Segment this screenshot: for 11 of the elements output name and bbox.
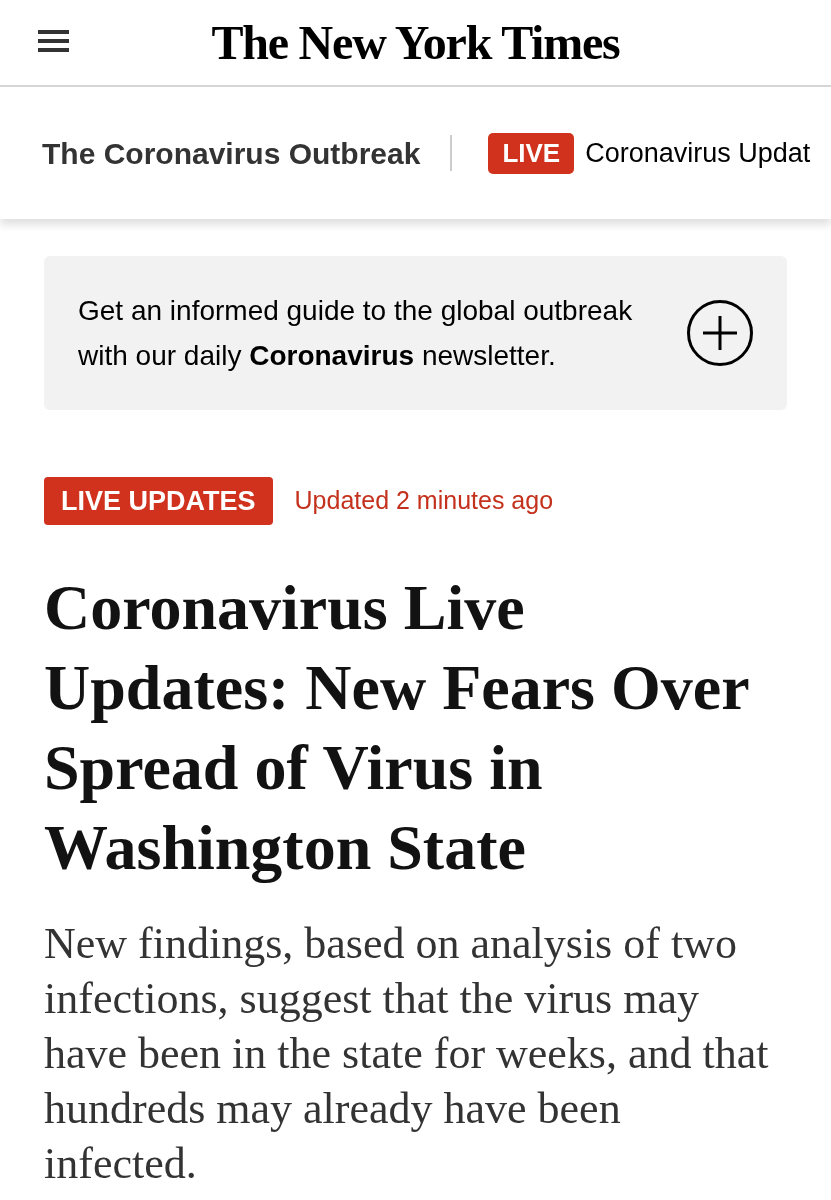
newsletter-promo-text: Get an informed guide to the global outbreak with our daily Coronavirus newsletter. bbox=[78, 294, 634, 373]
menu-icon[interactable] bbox=[38, 30, 69, 52]
article-summary: New findings, based on analysis of two infections, suggest that the virus may have been in the state for weeks, and that hundreds may already have been infected. bbox=[44, 918, 770, 1190]
live-updates-badge: LIVE UPDATES bbox=[44, 477, 273, 525]
live-updates-link[interactable]: Coronavirus Updat bbox=[585, 132, 811, 174]
plus-circle-icon[interactable] bbox=[687, 300, 753, 366]
live-badge: LIVE bbox=[488, 132, 575, 174]
site-logo[interactable]: The New York Times bbox=[211, 18, 620, 67]
section-link[interactable]: The Coronavirus Outbreak bbox=[42, 130, 421, 176]
updated-timestamp: Updated 2 minutes ago bbox=[294, 485, 554, 517]
article-headline: Coronavirus Live Updates: New Fears Over Spread of Virus in Washington State bbox=[44, 571, 750, 885]
